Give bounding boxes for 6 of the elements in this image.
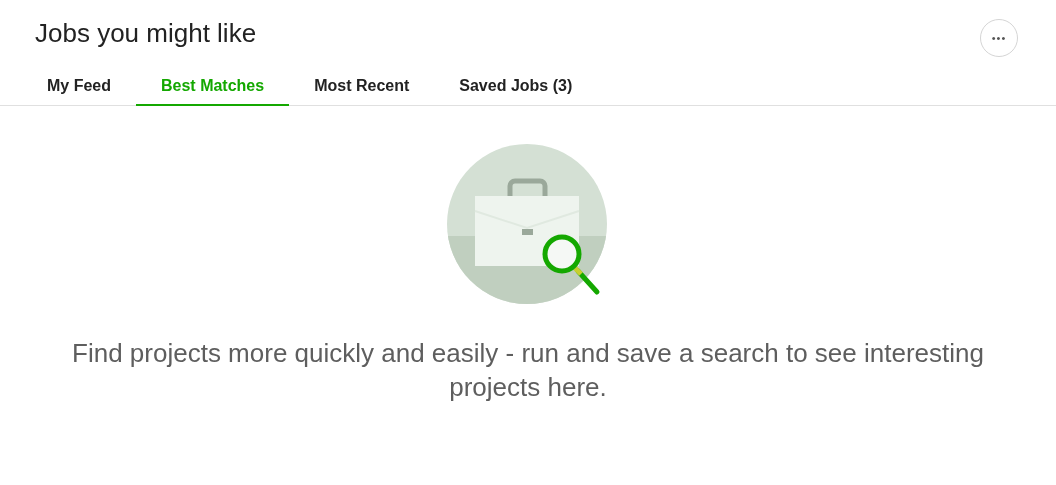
tab[interactable]: My Feed (22, 70, 136, 106)
empty-state-message: Find projects more quickly and easily - run and save a search to see interesting projects here. (71, 337, 985, 404)
tab[interactable]: Saved Jobs (3) (434, 70, 598, 106)
tab[interactable]: Most Recent (289, 70, 435, 106)
more-options-button[interactable]: ••• (980, 19, 1018, 57)
section-title: Jobs you might like (35, 17, 257, 49)
